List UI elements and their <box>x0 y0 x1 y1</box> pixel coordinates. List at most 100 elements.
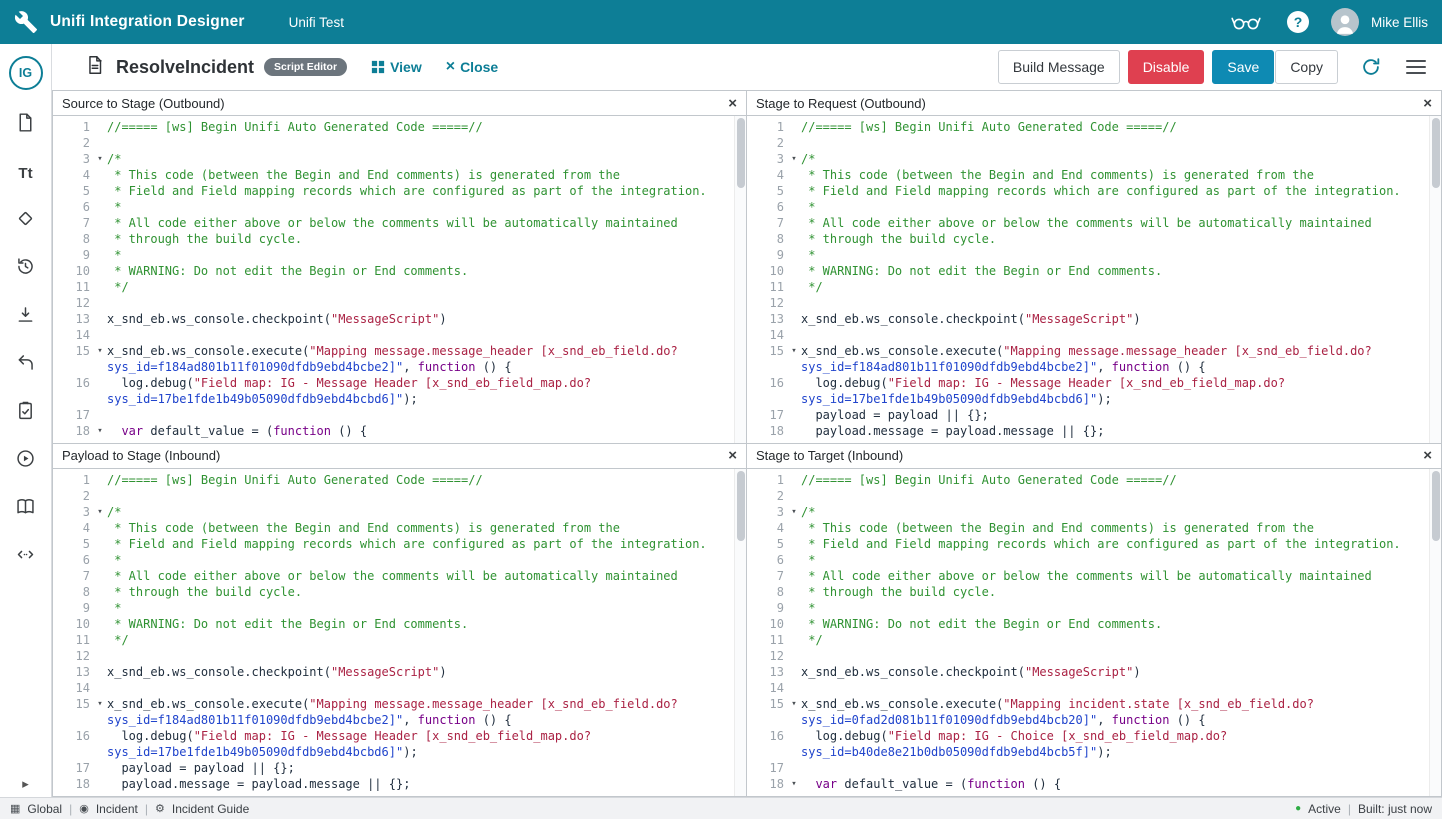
menu-icon[interactable] <box>1404 54 1428 80</box>
line-number: 9 <box>747 600 787 616</box>
fold-arrow-icon[interactable]: ▾ <box>787 151 801 167</box>
panel-close-icon[interactable]: × <box>1423 448 1432 463</box>
glasses-icon[interactable] <box>1231 13 1261 31</box>
code-line: 5 * Field and Field mapping records whic… <box>53 183 746 199</box>
vertical-scrollbar[interactable] <box>1429 116 1441 443</box>
code-line: 15▾x_snd_eb.ws_console.execute("Mapping … <box>53 696 746 712</box>
code-editor[interactable]: 1//===== [ws] Begin Unifi Auto Generated… <box>747 469 1441 797</box>
code-text: * <box>801 552 815 568</box>
fold-spacer <box>93 536 107 552</box>
sidebar-item-history[interactable] <box>14 258 38 280</box>
close-button[interactable]: × Close <box>446 59 498 75</box>
status-incident[interactable]: Incident <box>96 802 138 816</box>
vertical-scrollbar[interactable] <box>734 469 746 797</box>
code-text: * Field and Field mapping records which … <box>107 183 707 199</box>
fold-spacer <box>787 680 801 696</box>
status-incident-guide[interactable]: Incident Guide <box>172 802 249 816</box>
line-number: 10 <box>747 263 787 279</box>
sidebar-item-run[interactable] <box>14 450 38 472</box>
build-message-button[interactable]: Build Message <box>998 50 1120 84</box>
scrollbar-thumb[interactable] <box>737 471 745 541</box>
code-text: * <box>801 247 815 263</box>
fold-arrow-icon[interactable]: ▾ <box>787 343 801 359</box>
user-name: Mike Ellis <box>1371 15 1428 30</box>
disable-button[interactable]: Disable <box>1128 50 1205 84</box>
code-line: 16 log.debug("Field map: IG - Message He… <box>747 375 1441 391</box>
code-line: 2 <box>53 488 746 504</box>
fold-arrow-icon[interactable]: ▾ <box>93 696 107 712</box>
sidebar-item-docs[interactable] <box>14 498 38 520</box>
line-number: 18 <box>747 423 787 439</box>
line-number: 7 <box>53 568 93 584</box>
sidebar-item-document[interactable] <box>14 114 38 136</box>
code-text: x_snd_eb.ws_console.checkpoint("MessageS… <box>107 311 447 327</box>
code-line: 10 * WARNING: Do not edit the Begin or E… <box>747 616 1441 632</box>
fold-arrow-icon[interactable]: ▾ <box>93 151 107 167</box>
fold-spacer <box>787 263 801 279</box>
fold-spacer <box>93 119 107 135</box>
code-editor[interactable]: 1//===== [ws] Begin Unifi Auto Generated… <box>53 469 746 797</box>
fold-spacer <box>787 632 801 648</box>
sidebar-item-code[interactable] <box>14 546 38 568</box>
line-number: 4 <box>53 167 93 183</box>
fold-arrow-icon[interactable]: ▾ <box>93 343 107 359</box>
fold-arrow-icon[interactable]: ▾ <box>787 696 801 712</box>
top-header: Unifi Integration Designer Unifi Test ? … <box>0 0 1442 44</box>
copy-button[interactable]: Copy <box>1275 50 1338 84</box>
fold-spacer <box>787 279 801 295</box>
code-text: * WARNING: Do not edit the Begin or End … <box>107 616 468 632</box>
code-editor[interactable]: 1//===== [ws] Begin Unifi Auto Generated… <box>747 116 1441 443</box>
fold-spacer <box>93 375 107 391</box>
line-number: 18 <box>53 776 93 792</box>
code-text: */ <box>107 632 129 648</box>
status-global[interactable]: Global <box>27 802 62 816</box>
wrench-logo-icon[interactable] <box>14 10 38 34</box>
panel-close-icon[interactable]: × <box>728 448 737 463</box>
panel-close-icon[interactable]: × <box>728 96 737 111</box>
fold-arrow-icon[interactable]: ▾ <box>93 504 107 520</box>
line-number: 14 <box>747 680 787 696</box>
fold-arrow-icon[interactable]: ▾ <box>787 504 801 520</box>
save-button[interactable]: Save <box>1212 50 1274 84</box>
scrollbar-thumb[interactable] <box>1432 471 1440 541</box>
fold-spacer <box>787 600 801 616</box>
fold-arrow-icon[interactable]: ▾ <box>93 423 107 439</box>
integration-avatar[interactable]: IG <box>9 56 43 90</box>
code-text: * through the build cycle. <box>107 231 302 247</box>
scrollbar-thumb[interactable] <box>737 118 745 188</box>
fold-arrow-icon[interactable]: ▾ <box>787 776 801 792</box>
line-number <box>53 391 93 407</box>
code-line: 3▾/* <box>53 504 746 520</box>
code-line: 5 * Field and Field mapping records whic… <box>747 536 1441 552</box>
sidebar-item-download[interactable] <box>14 306 38 328</box>
code-text: //===== [ws] Begin Unifi Auto Generated … <box>801 472 1177 488</box>
fold-spacer <box>787 423 801 439</box>
sidebar-item-fields[interactable]: Tt <box>14 162 38 184</box>
code-editor[interactable]: 1//===== [ws] Begin Unifi Auto Generated… <box>53 116 746 443</box>
fold-spacer <box>787 375 801 391</box>
sidebar-item-undo[interactable] <box>14 354 38 376</box>
help-icon[interactable]: ? <box>1287 11 1309 33</box>
code-text: * WARNING: Do not edit the Begin or End … <box>107 263 468 279</box>
view-button[interactable]: View <box>371 59 422 75</box>
code-text: /* <box>801 151 815 167</box>
code-line: 4 * This code (between the Begin and End… <box>747 167 1441 183</box>
fold-spacer <box>93 167 107 183</box>
sidebar-item-tags[interactable] <box>14 210 38 232</box>
vertical-scrollbar[interactable] <box>734 116 746 443</box>
code-text: * Field and Field mapping records which … <box>107 536 707 552</box>
avatar[interactable] <box>1331 8 1359 36</box>
line-number: 10 <box>53 263 93 279</box>
vertical-scrollbar[interactable] <box>1429 469 1441 797</box>
fold-spacer <box>787 135 801 151</box>
status-separator: | <box>145 802 148 816</box>
refresh-button[interactable] <box>1360 56 1382 78</box>
fold-spacer <box>93 407 107 423</box>
line-number <box>53 744 93 760</box>
sidebar-item-tasks[interactable] <box>14 402 38 424</box>
panel-title: Stage to Request (Outbound) <box>756 96 926 111</box>
line-number: 6 <box>747 199 787 215</box>
scrollbar-thumb[interactable] <box>1432 118 1440 188</box>
panel-close-icon[interactable]: × <box>1423 96 1432 111</box>
sidebar-collapse-icon[interactable]: ▸ <box>0 776 51 792</box>
